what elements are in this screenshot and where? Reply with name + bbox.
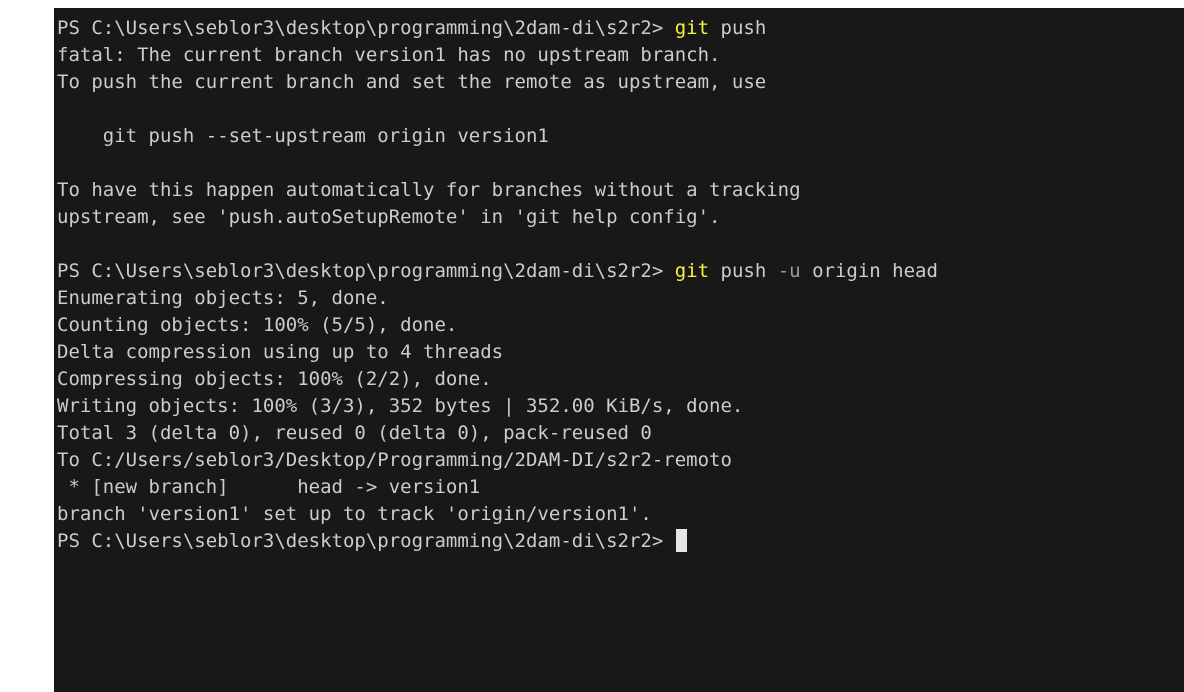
output-line: Writing objects: 100% (3/3), 352 bytes |… (57, 395, 744, 417)
prompt-path: PS C:\Users\seblor3\desktop\programming\… (57, 260, 664, 282)
prompt-path: PS C:\Users\seblor3\desktop\programming\… (57, 17, 664, 39)
command-args: push (720, 17, 767, 39)
output-line: Delta compression using up to 4 threads (57, 341, 504, 363)
prompt-line: PS C:\Users\seblor3\desktop\programming\… (57, 15, 1184, 42)
prompt-line: PS C:\Users\seblor3\desktop\programming\… (57, 258, 1184, 285)
output-line: Counting objects: 100% (5/5), done. (57, 314, 458, 336)
prompt-path: PS C:\Users\seblor3\desktop\programming\… (57, 530, 664, 552)
output-line: To C:/Users/seblor3/Desktop/Programming/… (57, 449, 732, 471)
command-name: git (674, 17, 710, 39)
prompt-line[interactable]: PS C:\Users\seblor3\desktop\programming\… (57, 528, 1184, 555)
command-args: push (720, 260, 767, 282)
output-line: To have this happen automatically for br… (57, 179, 801, 201)
output-line: To push the current branch and set the r… (57, 71, 767, 93)
output-line: Compressing objects: 100% (2/2), done. (57, 368, 492, 390)
command-name: git (674, 260, 710, 282)
output-line: * [new branch] head -> version1 (57, 476, 481, 498)
command-args: origin head (812, 260, 938, 282)
output-line: fatal: The current branch version1 has n… (57, 44, 721, 66)
terminal-output[interactable]: PS C:\Users\seblor3\desktop\programming\… (54, 8, 1184, 692)
text-cursor (675, 529, 687, 552)
output-line: git push --set-upstream origin version1 (57, 125, 549, 147)
terminal-window: PS C:\Users\seblor3\desktop\programming\… (0, 0, 1184, 692)
output-line: branch 'version1' set up to track 'origi… (57, 503, 652, 525)
output-line: upstream, see 'push.autoSetupRemote' in … (57, 206, 721, 228)
command-flag: -u (777, 260, 801, 282)
output-line: Enumerating objects: 5, done. (57, 287, 389, 309)
output-line: Total 3 (delta 0), reused 0 (delta 0), p… (57, 422, 652, 444)
